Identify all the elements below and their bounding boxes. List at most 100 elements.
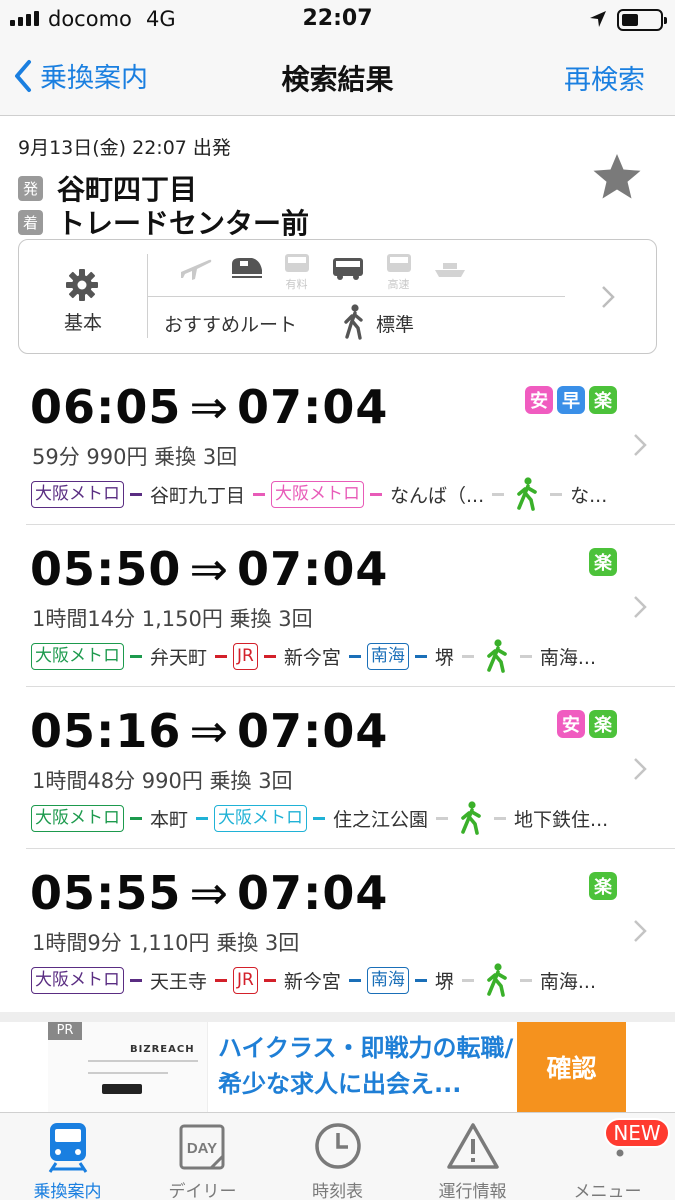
chevron-right-icon xyxy=(602,286,615,308)
walking-person-icon xyxy=(514,477,540,511)
departure-time: 05:16 xyxy=(30,704,182,758)
route-legs: 大阪メトロ 天王寺 JR 新今宮 南海 堺 南海... xyxy=(31,963,598,997)
departure-time: 06:05 xyxy=(30,380,182,434)
departure-datetime[interactable]: 9月13日(金) 22:07 出発 xyxy=(18,133,231,160)
ad-confirm-button[interactable]: 確認 xyxy=(517,1022,626,1112)
line-segment xyxy=(130,816,142,820)
clock-icon xyxy=(314,1123,361,1169)
research-button[interactable]: 再検索 xyxy=(564,58,645,97)
svg-text:DAY: DAY xyxy=(186,1140,216,1157)
status-bar: docomo 4G 22:07 xyxy=(0,0,675,38)
route-summary: 1時間9分 1,110円 乗換 3回 xyxy=(32,931,300,955)
new-badge: NEW xyxy=(604,1118,670,1148)
advertisement-banner[interactable]: PR BIZREACH ハイクラス・即戦力の転職/希少な求人に出会え... 確認 xyxy=(48,1022,626,1112)
status-time: 22:07 xyxy=(302,6,373,31)
arrival-time: 07:04 xyxy=(236,542,389,596)
tab-service-info[interactable]: 運行情報 xyxy=(405,1113,540,1200)
walking-person-icon xyxy=(484,639,510,673)
search-conditions-panel[interactable]: 基本 有料 高速 おすすめルート 標準 xyxy=(18,239,657,354)
line-tag: 南海 xyxy=(366,642,409,670)
divider xyxy=(26,686,675,687)
search-summary: 9月13日(金) 22:07 出発 発 谷町四丁目 着 トレードセンター前 基本… xyxy=(0,116,675,371)
route-badge: 早 xyxy=(557,386,585,414)
tab-timetable[interactable]: 時刻表 xyxy=(270,1113,405,1200)
back-label: 乗換案内 xyxy=(40,63,148,94)
station-name: 新今宮 xyxy=(283,646,341,669)
line-tag: 大阪メトロ xyxy=(214,804,308,832)
line-tag: 大阪メトロ xyxy=(31,642,124,670)
line-segment xyxy=(215,654,228,658)
star-icon[interactable] xyxy=(591,152,643,202)
line-tag: 大阪メトロ xyxy=(31,804,124,832)
route-badge: 楽 xyxy=(589,872,617,900)
line-segment xyxy=(519,978,532,982)
tab-daily[interactable]: DAY デイリー xyxy=(135,1113,270,1200)
route-badge: 楽 xyxy=(589,386,617,414)
route-badges: 楽 xyxy=(589,872,617,900)
walking-person-icon xyxy=(484,963,510,997)
route-times: 05:50 ⇒ 07:04 xyxy=(30,542,388,596)
route-type: おすすめルート xyxy=(164,314,298,336)
chevron-right-icon xyxy=(634,596,647,618)
line-segment xyxy=(414,654,427,658)
arrow-icon: ⇒ xyxy=(189,542,229,596)
ferry-icon xyxy=(424,252,475,292)
tab-label: メニュー xyxy=(573,1182,642,1200)
line-segment xyxy=(313,816,326,820)
navigation-bar: 乗換案内 検索結果 再検索 xyxy=(0,38,675,116)
chevron-left-icon xyxy=(15,59,31,92)
route-card[interactable]: 06:05 ⇒ 07:04 安早楽 59分 990円 乗換 3回 大阪メトロ 谷町九丁目 大阪… xyxy=(0,372,675,534)
station-name: 弁天町 xyxy=(150,646,208,669)
pr-label: PR xyxy=(48,1022,82,1040)
station-name: 地下鉄住... xyxy=(514,808,609,831)
tab-bar: 乗換案内 DAY デイリー 時刻表 運行情報 メニュー xyxy=(0,1112,675,1200)
arrow-icon: ⇒ xyxy=(189,704,229,758)
daily-calendar-icon: DAY xyxy=(179,1124,224,1170)
route-legs: 大阪メトロ 本町 大阪メトロ 住之江公園 地下鉄住... xyxy=(31,801,610,835)
walking-person-icon xyxy=(344,304,363,340)
line-tag: JR xyxy=(233,642,258,670)
arrow-icon: ⇒ xyxy=(189,380,229,434)
station-name: 堺 xyxy=(434,646,454,669)
route-badge: 楽 xyxy=(589,710,617,738)
route-card[interactable]: 05:55 ⇒ 07:04 楽 1時間9分 1,110円 乗換 3回 大阪メトロ 天王寺 JR… xyxy=(0,858,675,1020)
line-segment xyxy=(461,654,474,658)
arrival-time: 07:04 xyxy=(236,380,389,434)
line-tag: JR xyxy=(233,966,258,994)
station-name: 本町 xyxy=(150,808,189,831)
route-badge: 安 xyxy=(557,710,585,738)
route-times: 05:55 ⇒ 07:04 xyxy=(30,866,388,920)
line-tag: 南海 xyxy=(366,966,409,994)
line-segment xyxy=(348,978,361,982)
route-card[interactable]: 05:16 ⇒ 07:04 安楽 1時間48分 990円 乗換 3回 大阪メトロ 本町 大阪メ… xyxy=(0,696,675,858)
line-segment xyxy=(263,654,276,658)
airplane-icon xyxy=(169,252,220,292)
ad-brand: BIZREACH xyxy=(130,1044,195,1055)
route-summary: 1時間48分 990円 乗換 3回 xyxy=(32,769,293,793)
basic-label: 基本 xyxy=(63,312,102,334)
route-card[interactable]: 05:50 ⇒ 07:04 楽 1時間14分 1,150円 乗換 3回 大阪メトロ 弁天町 J… xyxy=(0,534,675,696)
line-segment xyxy=(130,492,142,496)
route-legs: 大阪メトロ 弁天町 JR 新今宮 南海 堺 南海... xyxy=(31,639,598,673)
line-segment xyxy=(461,978,474,982)
departure-time: 05:50 xyxy=(30,542,182,596)
route-badges: 楽 xyxy=(589,548,617,576)
basic-settings[interactable]: 基本 xyxy=(19,240,147,353)
ad-text[interactable]: ハイクラス・即戦力の転職/希少な求人に出会え... xyxy=(218,1030,518,1102)
line-segment xyxy=(550,492,563,496)
line-tag: 大阪メトロ xyxy=(31,480,124,508)
tab-transfer[interactable]: 乗換案内 xyxy=(0,1113,135,1200)
back-button[interactable]: 乗換案内 xyxy=(14,56,148,95)
divider xyxy=(26,524,675,525)
battery-icon xyxy=(617,9,667,31)
station-name: なんば（... xyxy=(390,484,485,507)
line-segment xyxy=(130,978,142,982)
to-tag: 着 xyxy=(18,209,43,235)
divider xyxy=(147,296,565,297)
station-name: 住之江公園 xyxy=(333,808,429,831)
line-segment xyxy=(436,816,449,820)
limited-express-icon: 有料 xyxy=(271,252,322,292)
route-summary: 59分 990円 乗換 3回 xyxy=(32,445,238,469)
station-name: 堺 xyxy=(434,970,454,993)
tab-label: 乗換案内 xyxy=(33,1182,102,1200)
